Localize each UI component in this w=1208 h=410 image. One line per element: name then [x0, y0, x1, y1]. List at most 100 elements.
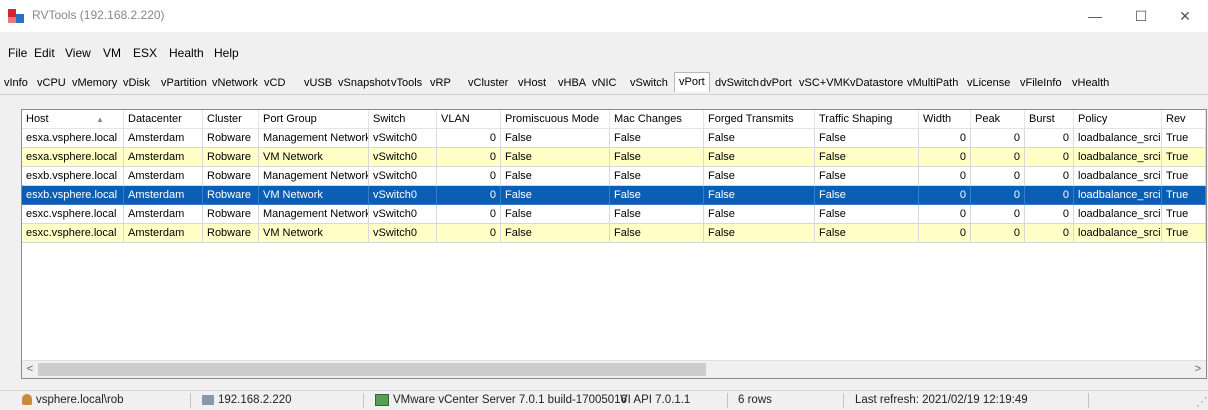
- tab-vhba[interactable]: vHBA: [558, 77, 586, 89]
- cell-rev[interactable]: True: [1162, 148, 1206, 167]
- cell-datacenter[interactable]: Amsterdam: [124, 205, 203, 224]
- column-header-traffic-shaping[interactable]: Traffic Shaping: [815, 110, 919, 129]
- column-header-width[interactable]: Width: [919, 110, 971, 129]
- column-header-policy[interactable]: Policy: [1074, 110, 1162, 129]
- cell-promiscuous-mode[interactable]: False: [501, 167, 610, 186]
- port-grid[interactable]: Host ▲ Datacenter Cluster Port Group Switch…: [21, 109, 1207, 379]
- cell-host[interactable]: esxa.vsphere.local: [22, 148, 124, 167]
- cell-peak[interactable]: 0: [971, 129, 1025, 148]
- cell-peak[interactable]: 0: [971, 167, 1025, 186]
- cell-datacenter[interactable]: Amsterdam: [124, 167, 203, 186]
- cell-vlan[interactable]: 0: [437, 224, 501, 243]
- cell-traffic-shaping[interactable]: False: [815, 186, 919, 205]
- cell-width[interactable]: 0: [919, 129, 971, 148]
- cell-vlan[interactable]: 0: [437, 205, 501, 224]
- tab-vdisk[interactable]: vDisk: [123, 77, 150, 89]
- menu-file[interactable]: File: [8, 46, 27, 60]
- cell-switch[interactable]: vSwitch0: [369, 224, 437, 243]
- table-row[interactable]: esxc.vsphere.local Amsterdam Robware Manage…: [22, 205, 1206, 224]
- tab-vinfo[interactable]: vInfo: [4, 77, 28, 89]
- cell-mac-changes[interactable]: False: [610, 205, 704, 224]
- table-row[interactable]: esxc.vsphere.local Amsterdam Robware VM Net…: [22, 224, 1206, 243]
- tab-vmemory[interactable]: vMemory: [72, 77, 117, 89]
- cell-cluster[interactable]: Robware: [203, 129, 259, 148]
- cell-mac-changes[interactable]: False: [610, 167, 704, 186]
- cell-mac-changes[interactable]: False: [610, 186, 704, 205]
- column-header-cluster[interactable]: Cluster: [203, 110, 259, 129]
- cell-host[interactable]: esxb.vsphere.local: [22, 186, 124, 205]
- cell-port-group[interactable]: VM Network: [259, 224, 369, 243]
- tab-vrp[interactable]: vRP: [430, 77, 451, 89]
- cell-burst[interactable]: 0: [1025, 186, 1074, 205]
- column-header-port-group[interactable]: Port Group: [259, 110, 369, 129]
- resize-grip-icon[interactable]: ⋰: [1196, 394, 1208, 408]
- cell-forged-transmits[interactable]: False: [704, 148, 815, 167]
- cell-switch[interactable]: vSwitch0: [369, 205, 437, 224]
- tab-vcd[interactable]: vCD: [264, 77, 285, 89]
- cell-promiscuous-mode[interactable]: False: [501, 129, 610, 148]
- cell-cluster[interactable]: Robware: [203, 186, 259, 205]
- column-header-burst[interactable]: Burst: [1025, 110, 1074, 129]
- cell-burst[interactable]: 0: [1025, 224, 1074, 243]
- cell-burst[interactable]: 0: [1025, 148, 1074, 167]
- cell-rev[interactable]: True: [1162, 205, 1206, 224]
- cell-cluster[interactable]: Robware: [203, 205, 259, 224]
- cell-policy[interactable]: loadbalance_srcid: [1074, 148, 1162, 167]
- cell-host[interactable]: esxa.vsphere.local: [22, 129, 124, 148]
- cell-promiscuous-mode[interactable]: False: [501, 205, 610, 224]
- scroll-left-icon[interactable]: <: [22, 361, 38, 378]
- cell-cluster[interactable]: Robware: [203, 224, 259, 243]
- column-header-host[interactable]: Host ▲: [22, 110, 124, 129]
- tab-dvswitch[interactable]: dvSwitch: [715, 77, 759, 89]
- tab-vcpu[interactable]: vCPU: [37, 77, 66, 89]
- cell-forged-transmits[interactable]: False: [704, 167, 815, 186]
- cell-width[interactable]: 0: [919, 148, 971, 167]
- cell-port-group[interactable]: Management Network: [259, 205, 369, 224]
- cell-policy[interactable]: loadbalance_srcid: [1074, 129, 1162, 148]
- cell-width[interactable]: 0: [919, 186, 971, 205]
- column-header-vlan[interactable]: VLAN: [437, 110, 501, 129]
- minimize-button[interactable]: —: [1072, 4, 1118, 28]
- cell-vlan[interactable]: 0: [437, 129, 501, 148]
- cell-forged-transmits[interactable]: False: [704, 205, 815, 224]
- tab-vpartition[interactable]: vPartition: [161, 77, 207, 89]
- column-header-rev[interactable]: Rev: [1162, 110, 1206, 129]
- cell-rev[interactable]: True: [1162, 224, 1206, 243]
- column-header-datacenter[interactable]: Datacenter: [124, 110, 203, 129]
- cell-vlan[interactable]: 0: [437, 167, 501, 186]
- tab-vsnapshot[interactable]: vSnapshot: [338, 77, 390, 89]
- cell-rev[interactable]: True: [1162, 129, 1206, 148]
- table-row[interactable]: esxb.vsphere.local Amsterdam Robware VM Net…: [22, 186, 1206, 205]
- scroll-right-icon[interactable]: >: [1190, 361, 1206, 378]
- cell-burst[interactable]: 0: [1025, 167, 1074, 186]
- cell-port-group[interactable]: Management Network: [259, 129, 369, 148]
- scrollbar-thumb[interactable]: [38, 363, 706, 376]
- table-row[interactable]: esxa.vsphere.local Amsterdam Robware Manage…: [22, 129, 1206, 148]
- cell-traffic-shaping[interactable]: False: [815, 205, 919, 224]
- menu-esx[interactable]: ESX: [133, 46, 157, 60]
- tab-vswitch[interactable]: vSwitch: [630, 77, 668, 89]
- cell-burst[interactable]: 0: [1025, 129, 1074, 148]
- cell-peak[interactable]: 0: [971, 186, 1025, 205]
- cell-cluster[interactable]: Robware: [203, 167, 259, 186]
- cell-policy[interactable]: loadbalance_srcid: [1074, 167, 1162, 186]
- cell-forged-transmits[interactable]: False: [704, 186, 815, 205]
- cell-port-group[interactable]: VM Network: [259, 148, 369, 167]
- close-button[interactable]: ✕: [1162, 4, 1208, 28]
- column-header-switch[interactable]: Switch: [369, 110, 437, 129]
- tab-vdatastore[interactable]: vDatastore: [850, 77, 903, 89]
- menu-health[interactable]: Health: [169, 46, 204, 60]
- tab-vusb[interactable]: vUSB: [304, 77, 332, 89]
- cell-traffic-shaping[interactable]: False: [815, 224, 919, 243]
- table-row[interactable]: esxa.vsphere.local Amsterdam Robware VM Net…: [22, 148, 1206, 167]
- cell-promiscuous-mode[interactable]: False: [501, 186, 610, 205]
- cell-datacenter[interactable]: Amsterdam: [124, 129, 203, 148]
- cell-traffic-shaping[interactable]: False: [815, 129, 919, 148]
- cell-peak[interactable]: 0: [971, 205, 1025, 224]
- cell-host[interactable]: esxb.vsphere.local: [22, 167, 124, 186]
- cell-rev[interactable]: True: [1162, 186, 1206, 205]
- tab-vmultipath[interactable]: vMultiPath: [907, 77, 958, 89]
- column-header-forged-transmits[interactable]: Forged Transmits: [704, 110, 815, 129]
- tab-vlicense[interactable]: vLicense: [967, 77, 1010, 89]
- cell-port-group[interactable]: VM Network: [259, 186, 369, 205]
